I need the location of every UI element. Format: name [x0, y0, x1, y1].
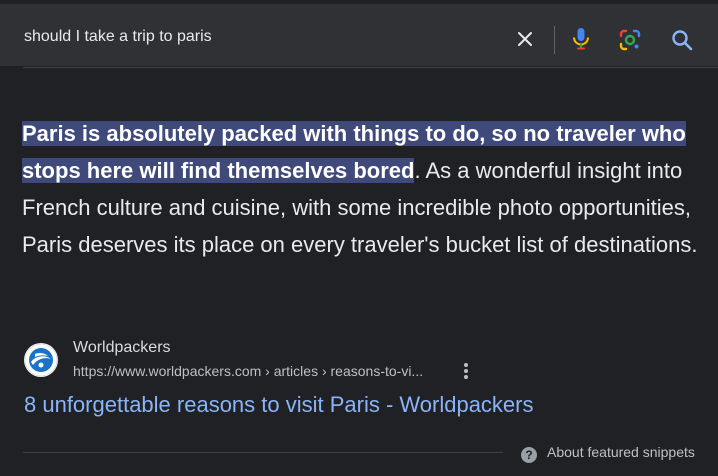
header-divider: [23, 67, 718, 68]
result-url[interactable]: https://www.worldpackers.com › articles …: [73, 363, 423, 379]
about-featured-snippets[interactable]: ? About featured snippets: [521, 444, 695, 463]
more-vert-icon[interactable]: [458, 360, 474, 382]
result-title-link[interactable]: 8 unforgettable reasons to visit Paris -…: [24, 392, 534, 418]
search-bar: should I take a trip to paris: [0, 4, 718, 66]
close-icon[interactable]: [513, 27, 537, 51]
search-input[interactable]: should I take a trip to paris: [24, 28, 212, 46]
microphone-icon[interactable]: [569, 26, 593, 52]
search-icon[interactable]: [669, 27, 695, 53]
footer-divider: [23, 452, 503, 453]
help-icon: ?: [521, 447, 537, 463]
result-site-name: Worldpackers: [73, 339, 171, 356]
worldpackers-logo[interactable]: [24, 343, 58, 377]
featured-snippet: Paris is absolutely packed with things t…: [22, 115, 707, 263]
about-label: About featured snippets: [547, 444, 695, 460]
google-lens-icon[interactable]: [617, 27, 643, 53]
search-divider: [554, 26, 555, 54]
